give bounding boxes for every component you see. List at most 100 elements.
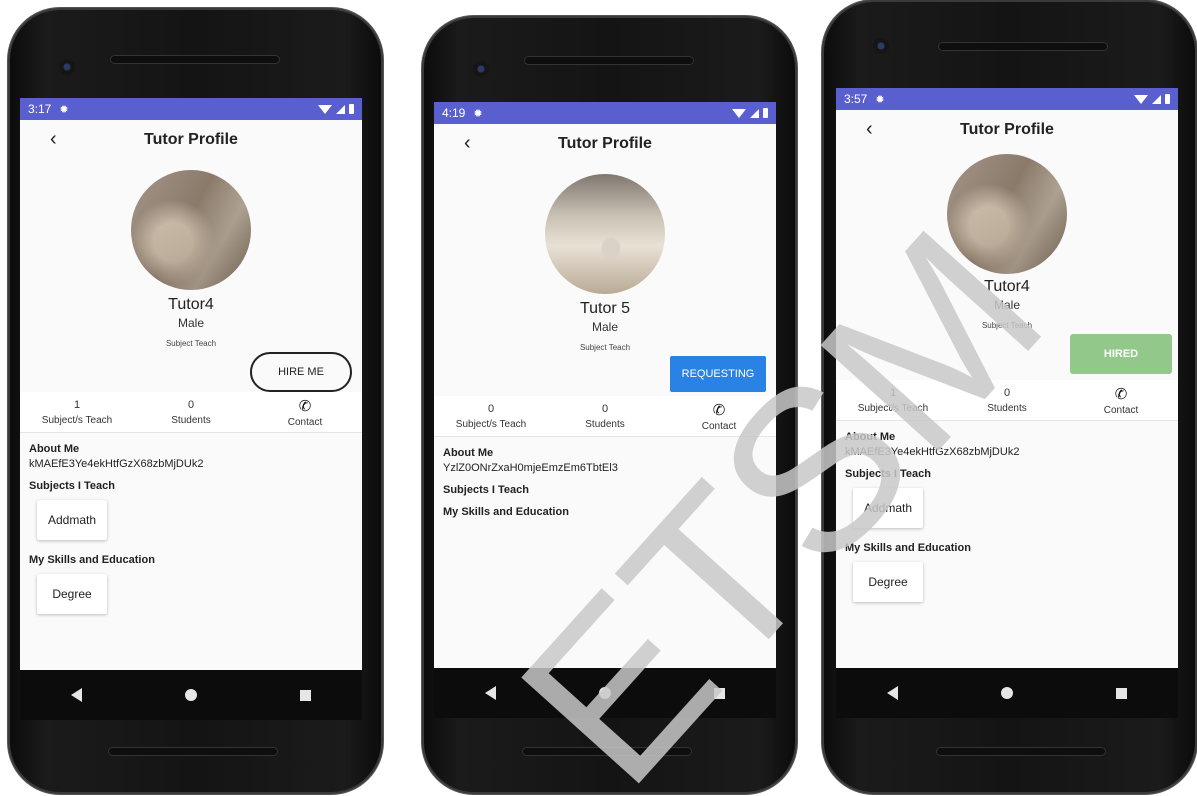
- skill-chip: Degree: [37, 574, 107, 614]
- stat-subjects-label: Subject/s Teach: [857, 402, 929, 414]
- status-time: 3:57: [844, 92, 868, 106]
- app-bar: ‹ Tutor Profile: [20, 120, 362, 160]
- signal-icon: [336, 104, 345, 114]
- page-title: Tutor Profile: [558, 135, 652, 152]
- stat-students: 0 Students: [950, 380, 1064, 420]
- nav-recent-icon[interactable]: [299, 689, 311, 701]
- stat-subjects: 1 Subject/s Teach: [836, 380, 950, 420]
- front-camera: [59, 59, 75, 75]
- skills-title: My Skills and Education: [29, 554, 155, 566]
- subjects-title: Subjects I Teach: [845, 468, 931, 480]
- stat-subjects: 1 Subject/s Teach: [20, 392, 134, 432]
- back-arrow-icon[interactable]: ‹: [866, 118, 873, 141]
- subject-chip: Addmath: [853, 488, 923, 528]
- profile-content: About Me kMAEfE3Ye4ekHtfGzX68zbMjDUk2 Su…: [836, 421, 1178, 602]
- contact-label: Contact: [1103, 404, 1139, 416]
- subjects-title: Subjects I Teach: [443, 484, 529, 496]
- contact-label: Contact: [287, 416, 323, 428]
- stats-bar: 1 Subject/s Teach 0 Students ✆ Contact: [836, 380, 1178, 421]
- nav-back-icon[interactable]: [71, 688, 83, 702]
- stat-subjects-label: Subject/s Teach: [41, 414, 113, 426]
- stat-students-value: 0: [1003, 386, 1011, 399]
- back-arrow-icon[interactable]: ‹: [464, 132, 471, 155]
- back-arrow-icon[interactable]: ‹: [50, 128, 57, 151]
- nav-recent-icon[interactable]: [713, 687, 725, 699]
- profile-content: About Me YzlZ0ONrZxaH0mjeEmzEm6TbtEl3 Su…: [434, 437, 776, 518]
- stats-bar: 0 Subject/s Teach 0 Students ✆ Contact: [434, 396, 776, 437]
- stat-subjects-value: 1: [889, 386, 897, 399]
- screen: 4:19 ✹ ‹ Tutor Profile Tutor 5 Male Subj…: [434, 102, 776, 668]
- about-me-title: About Me: [29, 443, 80, 455]
- battery-icon: [763, 108, 768, 118]
- about-me-text: YzlZ0ONrZxaH0mjeEmzEm6TbtEl3: [443, 462, 618, 474]
- gear-icon: ✹: [875, 93, 885, 106]
- front-camera: [873, 38, 889, 54]
- nav-back-icon[interactable]: [887, 686, 899, 700]
- requesting-button[interactable]: REQUESTING: [670, 356, 766, 392]
- stat-students: 0 Students: [134, 392, 248, 432]
- stat-students-label: Students: [987, 402, 1027, 414]
- avatar: [545, 174, 665, 294]
- wifi-icon: [1134, 94, 1148, 104]
- subject-teach-label: Subject Teach: [165, 339, 217, 348]
- skills-title: My Skills and Education: [443, 506, 569, 518]
- status-time: 3:17: [28, 102, 52, 116]
- nav-recent-icon[interactable]: [1115, 687, 1127, 699]
- battery-icon: [1165, 94, 1170, 104]
- skill-chip: Degree: [853, 562, 923, 602]
- earpiece-speaker: [110, 55, 280, 64]
- signal-icon: [750, 108, 759, 118]
- phone-frame-2: 4:19 ✹ ‹ Tutor Profile Tutor 5 Male Subj…: [422, 16, 797, 794]
- about-me-title: About Me: [845, 431, 896, 443]
- subject-chip: Addmath: [37, 500, 107, 540]
- stat-students-value: 0: [187, 398, 195, 411]
- bottom-speaker: [936, 747, 1106, 756]
- nav-home-icon[interactable]: [598, 687, 611, 699]
- stats-bar: 1 Subject/s Teach 0 Students ✆ Contact: [20, 392, 362, 433]
- stat-subjects: 0 Subject/s Teach: [434, 396, 548, 436]
- stat-subjects-label: Subject/s Teach: [455, 418, 527, 430]
- phone-frame-3: 3:57 ✹ ‹ Tutor Profile Tutor4 Male Subje…: [822, 0, 1197, 794]
- gear-icon: ✹: [59, 103, 69, 116]
- tutor-gender: Male: [993, 298, 1020, 312]
- tutor-name: Tutor4: [984, 278, 1030, 295]
- status-bar: 4:19 ✹: [434, 102, 776, 124]
- tutor-gender: Male: [591, 320, 618, 334]
- avatar: [947, 154, 1067, 274]
- stat-subjects-value: 0: [487, 402, 495, 415]
- phone-icon: ✆: [712, 401, 726, 419]
- gear-icon: ✹: [473, 107, 483, 120]
- wifi-icon: [732, 108, 746, 118]
- avatar: [131, 170, 251, 290]
- contact-button[interactable]: ✆ Contact: [248, 392, 362, 432]
- about-me-text: kMAEfE3Ye4ekHtfGzX68zbMjDUk2: [29, 458, 204, 470]
- navigation-bar: [434, 668, 776, 718]
- nav-home-icon[interactable]: [1000, 687, 1013, 699]
- front-camera: [473, 61, 489, 77]
- subject-teach-label: Subject Teach: [981, 321, 1033, 330]
- about-me-text: kMAEfE3Ye4ekHtfGzX68zbMjDUk2: [845, 446, 1020, 458]
- page-title: Tutor Profile: [960, 121, 1054, 138]
- wifi-icon: [318, 104, 332, 114]
- signal-icon: [1152, 94, 1161, 104]
- hired-button[interactable]: HIRED: [1070, 334, 1172, 374]
- nav-home-icon[interactable]: [184, 689, 197, 701]
- contact-button[interactable]: ✆ Contact: [662, 396, 776, 436]
- phone-icon: ✆: [298, 397, 312, 415]
- contact-label: Contact: [701, 420, 737, 432]
- subject-teach-label: Subject Teach: [579, 343, 631, 352]
- skills-title: My Skills and Education: [845, 542, 971, 554]
- contact-button[interactable]: ✆ Contact: [1064, 380, 1178, 420]
- stat-students-label: Students: [171, 414, 211, 426]
- status-time: 4:19: [442, 106, 466, 120]
- page-title: Tutor Profile: [144, 131, 238, 148]
- app-bar: ‹ Tutor Profile: [836, 110, 1178, 150]
- stat-students-value: 0: [601, 402, 609, 415]
- nav-back-icon[interactable]: [485, 686, 497, 700]
- earpiece-speaker: [938, 42, 1108, 51]
- stat-students: 0 Students: [548, 396, 662, 436]
- battery-icon: [349, 104, 354, 114]
- hire-me-button[interactable]: HIRE ME: [250, 352, 352, 392]
- about-me-title: About Me: [443, 447, 494, 459]
- status-bar: 3:57 ✹: [836, 88, 1178, 110]
